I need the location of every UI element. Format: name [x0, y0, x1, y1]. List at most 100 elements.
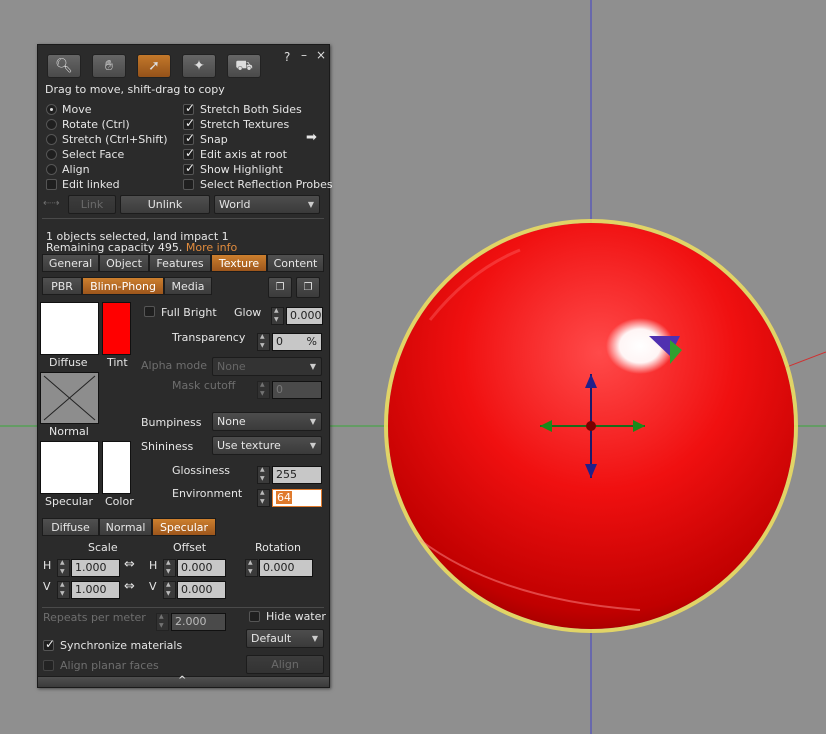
bumpiness-label: Bumpiness	[141, 416, 202, 429]
tab-map-specular[interactable]: Specular	[152, 518, 216, 536]
full-bright-label: Full Bright	[161, 306, 217, 319]
transparency-input[interactable]: 0%	[272, 333, 322, 351]
sync-materials-checkbox[interactable]	[43, 637, 55, 651]
edit-axis-checkbox[interactable]	[183, 146, 195, 160]
align-button[interactable]: Align	[246, 655, 324, 674]
chevron-down-icon: ▼	[309, 362, 316, 371]
link-button[interactable]: Link	[68, 195, 116, 214]
land-tool-button[interactable]: ⛟	[227, 54, 261, 78]
offset-v-input[interactable]: 0.000	[177, 581, 226, 599]
scale-v-input[interactable]: 1.000	[71, 581, 120, 599]
tab-map-normal[interactable]: Normal	[99, 518, 152, 536]
ruler-mode-combo[interactable]: World ▼	[214, 195, 320, 214]
glossiness-label: Glossiness	[172, 464, 231, 477]
specular-texture-swatch[interactable]	[40, 441, 99, 494]
shininess-label: Shininess	[141, 440, 194, 453]
scale-h-input[interactable]: 1.000	[71, 559, 120, 577]
chevron-down-icon: ▼	[307, 200, 314, 209]
align-planar-checkbox[interactable]	[43, 660, 54, 671]
hide-water-checkbox[interactable]	[249, 611, 260, 622]
mapping-combo[interactable]: Default ▼	[246, 629, 324, 648]
tint-color-swatch[interactable]	[102, 302, 131, 355]
specular-color-swatch[interactable]	[102, 441, 131, 494]
close-icon[interactable]: ×	[316, 48, 326, 62]
copy-params-button[interactable]: ❐	[268, 277, 292, 298]
stretch-radio[interactable]	[46, 134, 57, 145]
environment-input[interactable]: 64	[272, 489, 322, 507]
rotate-radio[interactable]	[46, 119, 57, 130]
glow-label: Glow	[234, 306, 262, 319]
paste-icon: ❐	[303, 282, 313, 293]
glow-input[interactable]: 0.000	[286, 307, 323, 325]
move-label: Move	[62, 103, 92, 116]
offset-v-spinner[interactable]	[163, 581, 176, 599]
select-face-radio[interactable]	[46, 149, 57, 160]
edit-tool-button[interactable]: ➚	[137, 54, 171, 78]
alpha-mode-combo[interactable]: None ▼	[212, 357, 322, 376]
glossiness-spinner[interactable]	[257, 466, 270, 484]
minimize-icon[interactable]: –	[301, 48, 307, 62]
mask-cutoff-spinner[interactable]	[257, 381, 270, 399]
chevron-up-icon: ^	[178, 675, 187, 686]
rotate-label: Rotate (Ctrl)	[62, 118, 130, 131]
shininess-value: Use texture	[217, 439, 281, 452]
tab-blinn-phong[interactable]: Blinn-Phong	[82, 277, 164, 295]
normal-texture-swatch[interactable]	[40, 372, 99, 424]
stretch-both-checkbox[interactable]	[183, 101, 195, 115]
unlink-button[interactable]: Unlink	[120, 195, 210, 214]
bumpiness-combo[interactable]: None ▼	[212, 412, 322, 431]
edit-linked-checkbox[interactable]	[46, 179, 57, 190]
full-bright-checkbox[interactable]	[144, 306, 155, 317]
flip-v-icon[interactable]: ⇔	[124, 580, 135, 593]
tab-features[interactable]: Features	[149, 254, 211, 272]
no-texture-cross-icon	[43, 375, 96, 421]
gizmo-center	[586, 421, 596, 431]
repeats-input[interactable]: 2.000	[171, 613, 226, 631]
focus-tool-button[interactable]: 🔍︎	[47, 54, 81, 78]
glossiness-input[interactable]: 255	[272, 466, 322, 484]
scale-h-spinner[interactable]	[57, 559, 70, 577]
tab-media[interactable]: Media	[164, 277, 212, 295]
rotation-input[interactable]: 0.000	[259, 559, 313, 577]
expand-bar[interactable]: ^	[38, 675, 329, 687]
tab-object[interactable]: Object	[99, 254, 149, 272]
move-radio[interactable]	[46, 104, 57, 115]
help-icon[interactable]: ?	[284, 50, 290, 64]
create-tool-button[interactable]: ✦	[182, 54, 216, 78]
align-label: Align	[62, 163, 90, 176]
offset-h-input[interactable]: 0.000	[177, 559, 226, 577]
more-info-link[interactable]: More info	[186, 241, 237, 254]
scale-v-spinner[interactable]	[57, 581, 70, 599]
select-probes-checkbox[interactable]	[183, 179, 194, 190]
paste-params-button[interactable]: ❐	[296, 277, 320, 298]
repeats-spinner[interactable]	[156, 613, 169, 631]
flip-h-icon[interactable]: ⇔	[124, 558, 135, 571]
glow-spinner[interactable]	[271, 307, 284, 325]
tab-pbr[interactable]: PBR	[42, 277, 82, 295]
transparency-value: 0	[276, 335, 283, 348]
show-highlight-checkbox[interactable]	[183, 161, 195, 175]
transparency-label: Transparency	[172, 331, 246, 344]
edit-linked-label: Edit linked	[62, 178, 120, 191]
tab-texture[interactable]: Texture	[211, 254, 267, 272]
offset-h-spinner[interactable]	[163, 559, 176, 577]
stretch-textures-checkbox[interactable]	[183, 116, 195, 130]
align-radio[interactable]	[46, 164, 57, 175]
environment-spinner[interactable]	[257, 489, 270, 507]
select-face-label: Select Face	[62, 148, 125, 161]
stretch-textures-label: Stretch Textures	[200, 118, 290, 131]
transparency-spinner[interactable]	[257, 333, 270, 351]
snap-checkbox[interactable]	[183, 131, 195, 145]
tab-map-diffuse[interactable]: Diffuse	[42, 518, 99, 536]
offset-h-label: H	[149, 559, 158, 572]
rotation-spinner[interactable]	[245, 559, 258, 577]
prev-next-link-icon[interactable]: ⇠⇢	[43, 197, 60, 210]
mask-cutoff-input[interactable]: 0	[272, 381, 322, 399]
tab-content[interactable]: Content	[267, 254, 324, 272]
move-tool-button[interactable]: ✋︎	[92, 54, 126, 78]
align-planar-label: Align planar faces	[60, 659, 159, 672]
diffuse-texture-swatch[interactable]	[40, 302, 99, 355]
tab-general[interactable]: General	[42, 254, 99, 272]
shininess-combo[interactable]: Use texture ▼	[212, 436, 322, 455]
grid-options-arrow-icon[interactable]: ➡	[306, 131, 317, 144]
